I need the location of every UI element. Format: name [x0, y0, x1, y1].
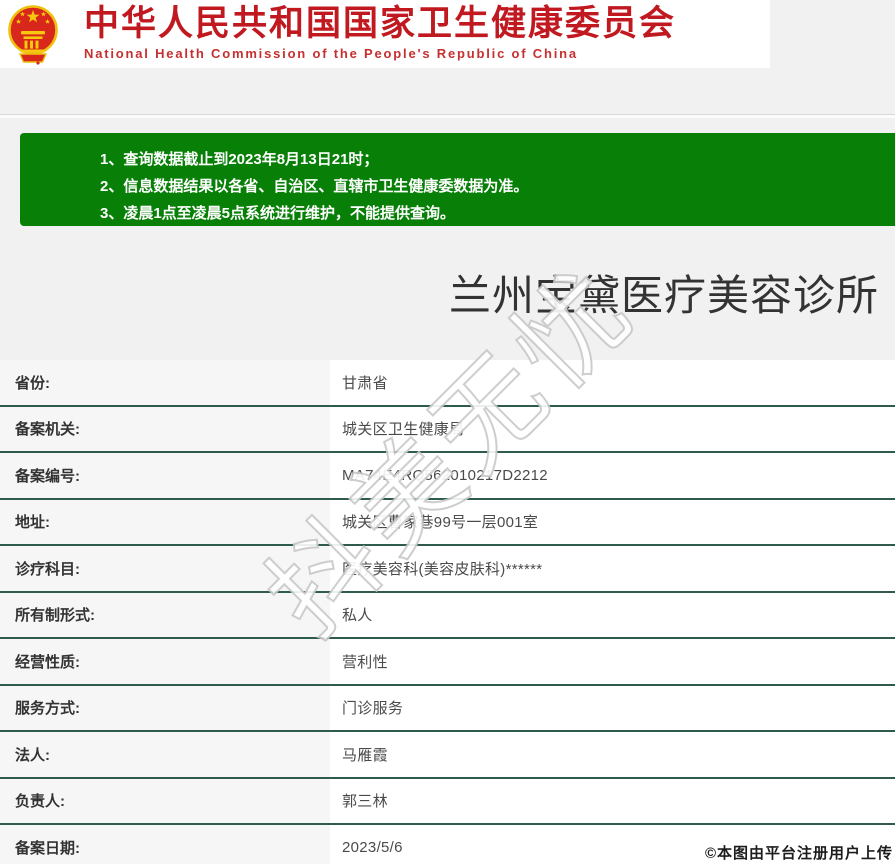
header-divider [0, 114, 895, 118]
record-row: 服务方式: 门诊服务 [0, 686, 895, 733]
record-row: 负责人: 郭三林 [0, 779, 895, 826]
record-row: 省份: 甘肃省 [0, 360, 895, 407]
clinic-name-title: 兰州宝黛医疗美容诊所 [449, 262, 879, 323]
field-label: 省份: [0, 360, 330, 405]
field-value: 马雁霞 [330, 732, 895, 777]
national-emblem-icon [8, 3, 58, 65]
field-label: 备案机关: [0, 407, 330, 452]
field-label: 经营性质: [0, 639, 330, 684]
site-title-cn: 中华人民共和国国家卫生健康委员会 [84, 4, 676, 44]
notice-line: 2、信息数据结果以各省、自治区、直辖市卫生健康委数据为准。 [100, 173, 885, 200]
record-row: 所有制形式: 私人 [0, 593, 895, 640]
field-value: 城关区卫生健康局 [330, 407, 895, 452]
field-value: 医疗美容科(美容皮肤科)****** [330, 546, 895, 591]
field-label: 负责人: [0, 779, 330, 824]
notice-line: 3、凌晨1点至凌晨5点系统进行维护，不能提供查询。 [100, 200, 885, 227]
record-row: 诊疗科目: 医疗美容科(美容皮肤科)****** [0, 546, 895, 593]
field-label: 地址: [0, 500, 330, 545]
field-label: 所有制形式: [0, 593, 330, 638]
field-label: 诊疗科目: [0, 546, 330, 591]
field-label: 服务方式: [0, 686, 330, 731]
record-row: 法人: 马雁霞 [0, 732, 895, 779]
notice-panel: 1、查询数据截止到2023年8月13日21时；2、信息数据结果以各省、自治区、直… [20, 133, 895, 226]
field-value: MA74E4RQ562010217D2212 [330, 453, 895, 498]
header-titles: 中华人民共和国国家卫生健康委员会 National Health Commiss… [84, 4, 676, 61]
field-value: 城关区曹家巷99号一层001室 [330, 500, 895, 545]
record-row: 经营性质: 营利性 [0, 639, 895, 686]
field-label: 备案日期: [0, 825, 330, 864]
field-label: 法人: [0, 732, 330, 777]
page: 中华人民共和国国家卫生健康委员会 National Health Commiss… [0, 0, 895, 864]
record-row: 地址: 城关区曹家巷99号一层001室 [0, 500, 895, 547]
field-value: 私人 [330, 593, 895, 638]
record-table: 省份: 甘肃省 备案机关: 城关区卫生健康局 备案编号: MA74E4RQ562… [0, 360, 895, 864]
notice-line: 1、查询数据截止到2023年8月13日21时； [100, 146, 885, 173]
record-row: 备案机关: 城关区卫生健康局 [0, 407, 895, 454]
field-value: 甘肃省 [330, 360, 895, 405]
field-label: 备案编号: [0, 453, 330, 498]
field-value: 门诊服务 [330, 686, 895, 731]
site-header: 中华人民共和国国家卫生健康委员会 National Health Commiss… [0, 0, 770, 68]
field-value: 营利性 [330, 639, 895, 684]
site-title-en: National Health Commission of the People… [84, 46, 676, 61]
field-value: 郭三林 [330, 779, 895, 824]
record-row: 备案编号: MA74E4RQ562010217D2212 [0, 453, 895, 500]
copyright-watermark: ©本图由平台注册用户上传 [705, 842, 893, 863]
